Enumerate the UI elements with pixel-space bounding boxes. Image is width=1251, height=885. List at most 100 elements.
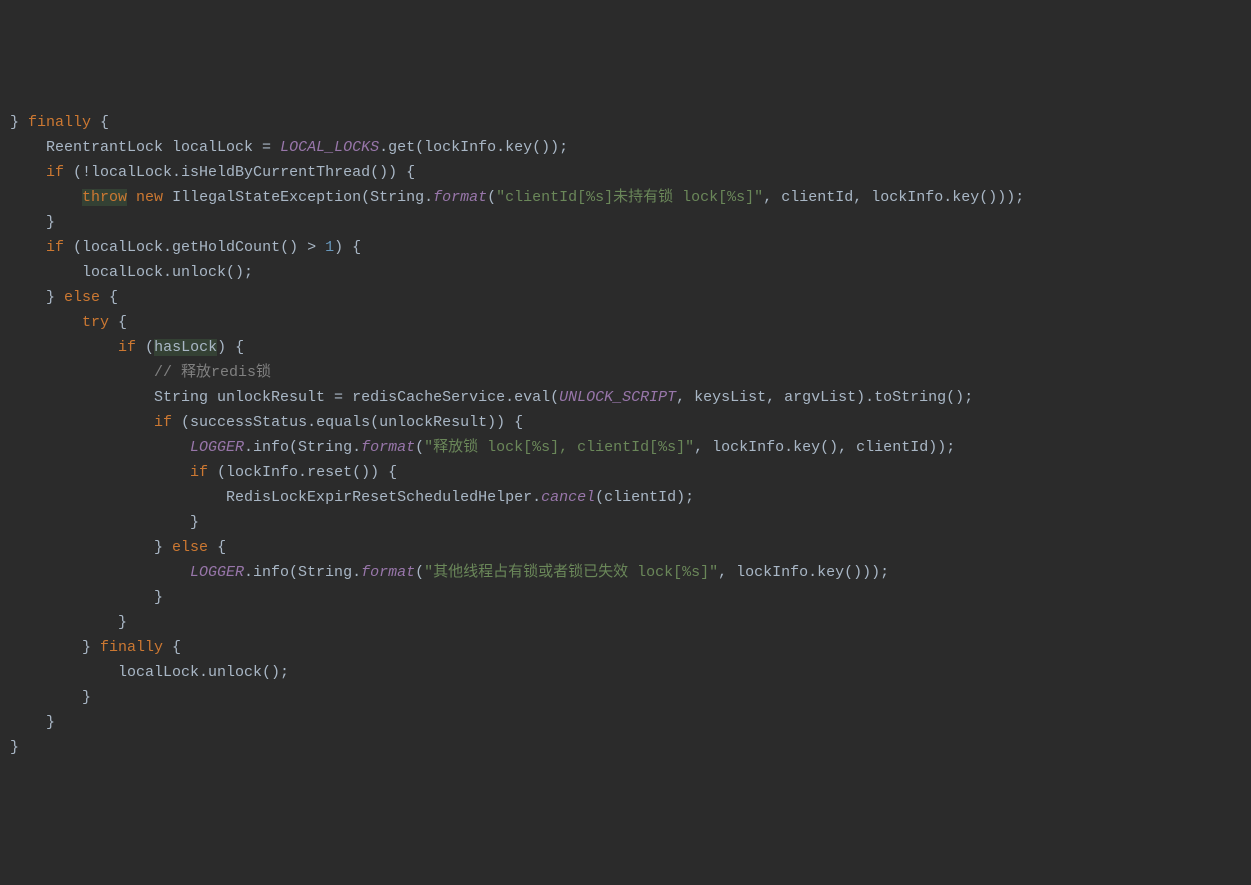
token-punct: , lockInfo.key(), clientId)); — [694, 439, 955, 456]
indent — [10, 264, 82, 281]
code-line[interactable]: } — [10, 210, 1251, 235]
indent — [10, 639, 82, 656]
token-punct: (!localLock.isHeldByCurrentThread()) { — [64, 164, 415, 181]
token-punct: (successStatus.equals(unlockResult)) { — [172, 414, 523, 431]
token-punct: ( — [136, 339, 154, 356]
indent — [10, 364, 154, 381]
code-line[interactable]: } — [10, 610, 1251, 635]
indent — [10, 614, 118, 631]
token-brace: } — [46, 214, 55, 231]
token-comment: // 释放redis锁 — [154, 364, 271, 381]
indent — [10, 564, 190, 581]
indent — [10, 189, 82, 206]
token-type: ReentrantLock localLock = — [46, 139, 280, 156]
token-punct: ( — [487, 189, 496, 206]
indent — [10, 289, 46, 306]
code-line[interactable]: // 释放redis锁 — [10, 360, 1251, 385]
token-brace: } — [10, 739, 19, 756]
code-line[interactable]: } — [10, 510, 1251, 535]
indent — [10, 139, 46, 156]
token-punct: , clientId, lockInfo.key())); — [763, 189, 1024, 206]
code-line[interactable]: } finally { — [10, 635, 1251, 660]
token-static: LOGGER — [190, 564, 244, 581]
indent — [10, 489, 226, 506]
code-line[interactable]: } — [10, 735, 1251, 760]
indent — [10, 514, 190, 531]
code-line[interactable]: localLock.unlock(); — [10, 660, 1251, 685]
token-punct: { — [163, 639, 181, 656]
token-kw: if — [46, 239, 64, 256]
token-str: "其他线程占有锁或者锁已失效 lock[%s]" — [424, 564, 718, 581]
code-line[interactable]: } else { — [10, 285, 1251, 310]
token-punct: ( — [415, 439, 424, 456]
token-kw: if — [190, 464, 208, 481]
token-brace: } — [46, 714, 55, 731]
token-static: LOGGER — [190, 439, 244, 456]
code-line[interactable]: if (hasLock) { — [10, 335, 1251, 360]
token-static: UNLOCK_SCRIPT — [559, 389, 676, 406]
token-brace: } — [82, 689, 91, 706]
token-brace: } — [154, 589, 163, 606]
token-kw: if — [154, 414, 172, 431]
indent — [10, 239, 46, 256]
indent — [10, 664, 118, 681]
code-editor[interactable]: } finally { ReentrantLock localLock = LO… — [10, 110, 1251, 760]
code-line[interactable]: String unlockResult = redisCacheService.… — [10, 385, 1251, 410]
code-line[interactable]: try { — [10, 310, 1251, 335]
token-punct: localLock.unlock(); — [118, 664, 289, 681]
code-line[interactable]: } — [10, 710, 1251, 735]
token-brace: } — [190, 514, 199, 531]
token-kw: if — [46, 164, 64, 181]
token-punct: .info(String. — [244, 439, 361, 456]
token-punct: , keysList, argvList).toString(); — [676, 389, 973, 406]
token-str: "clientId[%s]未持有锁 lock[%s]" — [496, 189, 763, 206]
token-kw: else — [64, 289, 100, 306]
indent — [10, 164, 46, 181]
code-line[interactable]: if (successStatus.equals(unlockResult)) … — [10, 410, 1251, 435]
token-punct: { — [91, 114, 109, 131]
code-line[interactable]: } finally { — [10, 110, 1251, 135]
token-punct: String unlockResult = redisCacheService.… — [154, 389, 559, 406]
token-punct: ) { — [334, 239, 361, 256]
code-line[interactable]: ReentrantLock localLock = LOCAL_LOCKS.ge… — [10, 135, 1251, 160]
token-kw-hl: throw — [82, 189, 127, 206]
code-line[interactable]: } — [10, 585, 1251, 610]
indent — [10, 539, 154, 556]
token-punct: .get(lockInfo.key()); — [379, 139, 568, 156]
token-punct: .info(String. — [244, 564, 361, 581]
code-line[interactable]: if (localLock.getHoldCount() > 1) { — [10, 235, 1251, 260]
token-num: 1 — [325, 239, 334, 256]
token-brace: } — [154, 539, 172, 556]
token-punct: IllegalStateException(String. — [163, 189, 433, 206]
token-punct: { — [109, 314, 127, 331]
indent — [10, 314, 82, 331]
code-line[interactable]: LOGGER.info(String.format("释放锁 lock[%s],… — [10, 435, 1251, 460]
indent — [10, 214, 46, 231]
token-punct: localLock.unlock(); — [82, 264, 253, 281]
token-static-call: format — [361, 564, 415, 581]
code-line[interactable]: } else { — [10, 535, 1251, 560]
code-line[interactable]: LOGGER.info(String.format("其他线程占有锁或者锁已失效… — [10, 560, 1251, 585]
token-punct: (lockInfo.reset()) { — [208, 464, 397, 481]
code-line[interactable]: localLock.unlock(); — [10, 260, 1251, 285]
token-brace: } — [82, 639, 100, 656]
indent — [10, 439, 190, 456]
indent — [10, 464, 190, 481]
indent — [10, 389, 154, 406]
token-kw: if — [118, 339, 136, 356]
token-punct: (clientId); — [595, 489, 694, 506]
code-line[interactable]: } — [10, 685, 1251, 710]
token-static-call: cancel — [541, 489, 595, 506]
token-kw: try — [82, 314, 109, 331]
indent — [10, 339, 118, 356]
token-punct: { — [208, 539, 226, 556]
code-line[interactable]: throw new IllegalStateException(String.f… — [10, 185, 1251, 210]
code-line[interactable]: if (!localLock.isHeldByCurrentThread()) … — [10, 160, 1251, 185]
indent — [10, 689, 82, 706]
token-punct: (localLock.getHoldCount() > — [64, 239, 325, 256]
code-line[interactable]: if (lockInfo.reset()) { — [10, 460, 1251, 485]
token-kw: else — [172, 539, 208, 556]
token-punct: ) { — [217, 339, 244, 356]
code-line[interactable]: RedisLockExpirResetScheduledHelper.cance… — [10, 485, 1251, 510]
token-static: LOCAL_LOCKS — [280, 139, 379, 156]
